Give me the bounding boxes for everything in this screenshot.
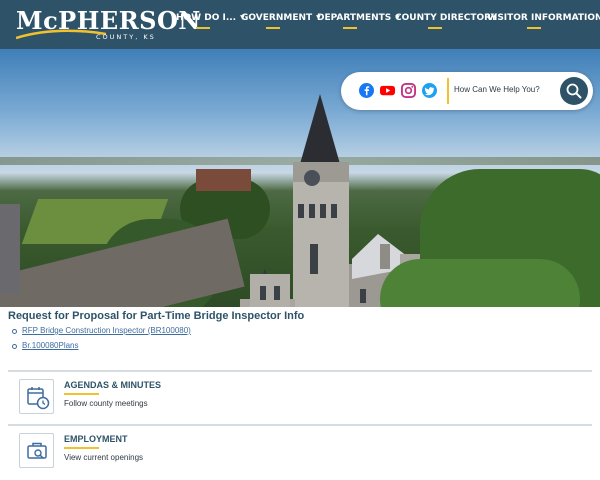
card-icon-box: [19, 379, 54, 414]
nav-county-directory-label: COUNTY DIRECTORY: [395, 13, 498, 23]
nav-government-label: GOVERNMENT: [241, 13, 313, 23]
facebook-icon[interactable]: [359, 83, 374, 98]
nav-county-directory[interactable]: COUNTY DIRECTORY: [395, 13, 497, 37]
twitter-icon[interactable]: [422, 83, 437, 98]
calendar-clock-icon: [27, 387, 50, 410]
youtube-icon[interactable]: [380, 83, 395, 98]
card-icon-box: [19, 433, 54, 468]
nav-underline: [196, 27, 210, 29]
nav-departments[interactable]: DEPARTMENTS ▼: [317, 13, 400, 37]
card-employment[interactable]: EMPLOYMENT View current openings: [8, 424, 592, 474]
card-title: AGENDAS & MINUTES: [64, 380, 162, 390]
search-icon: [566, 83, 582, 99]
nav-underline: [527, 27, 541, 29]
card-description: View current openings: [64, 453, 144, 462]
card-underline: [64, 447, 99, 449]
nav-visitor-information[interactable]: VISITOR INFORMATION▼: [487, 13, 600, 37]
search-bar: How Can We Help You?: [341, 72, 593, 110]
card-underline: [64, 393, 99, 395]
nav-how-do-i-label: HOW DO I...: [176, 13, 237, 23]
hero-building: [0, 204, 20, 294]
briefcase-search-icon: [27, 442, 47, 459]
nav-underline: [428, 27, 442, 29]
main-nav: HOW DO I... ▼ GOVERNMENT ▼ DEPARTMENTS ▼ CO…: [0, 0, 600, 49]
instagram-icon[interactable]: [401, 83, 416, 98]
hero-trees: [380, 259, 580, 307]
nav-visitor-information-label: VISITOR INFORMATION: [487, 13, 600, 23]
notice-title: Request for Proposal for Part-Time Bridg…: [8, 310, 305, 322]
search-prompt[interactable]: How Can We Help You?: [454, 85, 540, 94]
card-description: Follow county meetings: [64, 399, 148, 408]
card-agendas-minutes[interactable]: AGENDAS & MINUTES Follow county meetings: [8, 370, 592, 420]
search-button[interactable]: [560, 77, 588, 105]
nav-how-do-i[interactable]: HOW DO I... ▼: [176, 13, 245, 37]
card-title: EMPLOYMENT: [64, 434, 128, 444]
nav-government[interactable]: GOVERNMENT ▼: [241, 13, 321, 37]
notice-link-rfp[interactable]: RFP Bridge Construction Inspector (BR100…: [12, 326, 191, 341]
site-header: McPHERSON COUNTY, KS HOW DO I... ▼ GOVERN…: [0, 0, 600, 49]
search-divider: [447, 78, 449, 104]
notice-links: RFP Bridge Construction Inspector (BR100…: [12, 326, 191, 356]
notice-link-plans[interactable]: Br.100080Plans: [12, 341, 191, 356]
nav-underline: [266, 27, 280, 29]
nav-departments-label: DEPARTMENTS: [317, 13, 392, 23]
nav-underline: [343, 27, 357, 29]
